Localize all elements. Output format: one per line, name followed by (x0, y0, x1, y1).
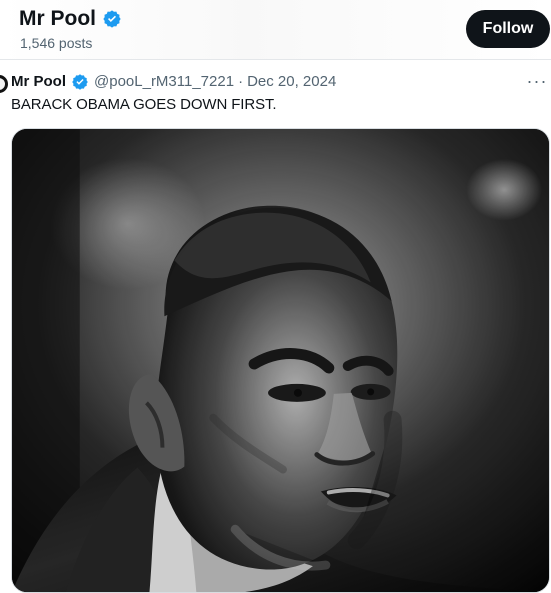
profile-name: Mr Pool (19, 7, 96, 30)
verified-badge-icon (71, 73, 89, 91)
meta-separator: · (238, 73, 244, 90)
tweet-header: Mr Pool @pooL_rM311_7221 · Dec 20, 2024 (11, 71, 336, 93)
posts-count: 1,546 posts (20, 35, 93, 51)
tweet-card: Mr Pool @pooL_rM311_7221 · Dec 20, 2024 … (0, 61, 551, 593)
portrait-photo (12, 129, 549, 592)
author-handle[interactable]: @pooL_rM311_7221 (94, 72, 234, 92)
tweet-text: BARACK OBAMA GOES DOWN FIRST. (11, 96, 277, 113)
verified-badge-icon (102, 9, 122, 29)
avatar[interactable] (0, 75, 8, 93)
profile-header: Mr Pool 1,546 posts Follow (0, 0, 551, 60)
tweet-media-image[interactable] (11, 128, 550, 593)
profile-name-row: Mr Pool (19, 6, 122, 32)
follow-button[interactable]: Follow (466, 10, 550, 48)
more-options-icon[interactable]: ··· (526, 70, 548, 92)
author-name[interactable]: Mr Pool (11, 72, 66, 92)
post-date[interactable]: Dec 20, 2024 (247, 72, 336, 92)
